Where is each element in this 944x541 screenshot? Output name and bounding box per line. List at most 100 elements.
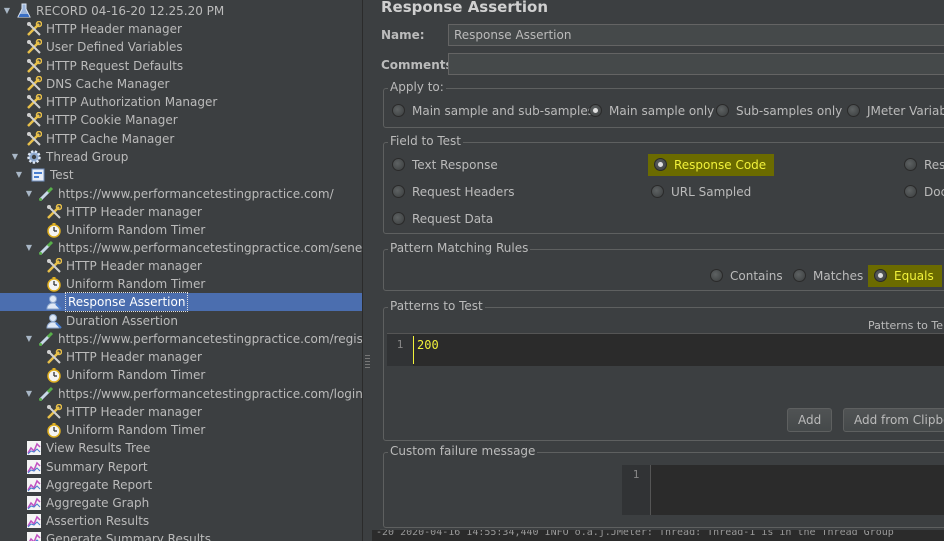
radio-button-icon[interactable] <box>716 104 729 117</box>
apply-to-radio-label: Main sample and sub-samples <box>412 104 594 118</box>
field-to-test-radio-label: Doc <box>924 185 944 199</box>
tree-item[interactable]: ▼ https://www.performancetestingpractice.… <box>0 185 362 203</box>
radio-button-icon[interactable] <box>793 269 806 282</box>
field-to-test-radio[interactable]: Res <box>904 156 944 174</box>
tree-item-label: Test <box>50 168 74 182</box>
comments-field[interactable] <box>448 53 944 75</box>
radio-button-icon[interactable] <box>904 158 917 171</box>
tree-expand-toggle[interactable]: ▼ <box>2 2 12 20</box>
apply-to-radio[interactable]: Main sample and sub-samples <box>392 102 594 120</box>
tree-item[interactable]: View Results Tree <box>0 439 362 457</box>
tree-item[interactable]: Summary Report <box>0 458 362 476</box>
test-plan-tree[interactable]: ▼ RECORD 04-16-20 12.25.20 PM HTTP Header … <box>0 0 362 541</box>
tree-item[interactable]: Uniform Random Timer <box>0 366 362 384</box>
tree-item[interactable]: HTTP Request Defaults <box>0 57 362 75</box>
tree-item[interactable]: ▼ RECORD 04-16-20 12.25.20 PM <box>0 2 362 20</box>
add-button[interactable]: Add <box>787 408 833 432</box>
tree-item[interactable]: Generate Summary Results <box>0 530 362 541</box>
timer-icon <box>46 367 62 383</box>
config-tools-icon <box>46 203 63 220</box>
field-to-test-radio[interactable]: Request Data <box>392 210 493 228</box>
tree-item[interactable]: Uniform Random Timer <box>0 221 362 239</box>
pattern-rule-radio[interactable]: Equals <box>868 265 942 287</box>
tree-expand-toggle[interactable]: ▼ <box>10 148 20 166</box>
pattern-rule-radio[interactable]: Matches <box>793 267 863 285</box>
apply-to-radio[interactable]: JMeter Variab <box>847 102 944 120</box>
tree-item[interactable]: HTTP Authorization Manager <box>0 93 362 111</box>
apply-to-radio-label: Main sample only <box>609 104 715 118</box>
field-to-test-radio[interactable]: Request Headers <box>392 183 515 201</box>
config-tools-icon <box>26 130 43 147</box>
tree-item-label: Aggregate Graph <box>46 496 150 510</box>
tree-item[interactable]: DNS Cache Manager <box>0 75 362 93</box>
tree-item[interactable]: Uniform Random Timer <box>0 275 362 293</box>
config-tools-icon <box>26 75 43 92</box>
gutter-divider <box>650 465 651 515</box>
failure-message-group: Custom failure message 1 <box>383 444 944 528</box>
tree-item-label: View Results Tree <box>46 441 151 455</box>
tree-item[interactable]: ▼ https://www.performancetestingpractice.… <box>0 330 362 348</box>
tree-item[interactable]: HTTP Header manager <box>0 203 362 221</box>
name-field[interactable]: Response Assertion <box>448 24 944 46</box>
tree-item[interactable]: ▼ https://www.performancetestingpractice.… <box>0 385 362 403</box>
field-to-test-radio[interactable]: URL Sampled <box>651 183 751 201</box>
tree-item[interactable]: ▼ Test <box>0 166 362 184</box>
tree-expand-toggle[interactable]: ▼ <box>24 239 34 257</box>
radio-button-icon[interactable] <box>392 104 405 117</box>
pattern-rule-radio-label: Matches <box>813 269 864 283</box>
add-from-clipboard-button[interactable]: Add from Clipboa <box>843 408 944 432</box>
pattern-value[interactable]: 200 <box>417 338 439 352</box>
pattern-rule-radio-label: Contains <box>730 269 783 283</box>
apply-to-radio[interactable]: Sub-samples only <box>716 102 842 120</box>
tree-item[interactable]: HTTP Header manager <box>0 403 362 421</box>
tree-item[interactable]: HTTP Header manager <box>0 257 362 275</box>
radio-button-icon[interactable] <box>589 104 602 117</box>
tree-item[interactable]: ▼ https://www.performancetestingpractice.… <box>0 239 362 257</box>
splitter-grip[interactable] <box>365 355 370 369</box>
field-to-test-radio-label: Request Headers <box>412 185 515 199</box>
radio-button-icon[interactable] <box>710 269 723 282</box>
apply-to-radio[interactable]: Main sample only <box>589 102 714 120</box>
tree-item[interactable]: HTTP Cache Manager <box>0 130 362 148</box>
tree-item-label: HTTP Authorization Manager <box>46 95 218 109</box>
config-tools-icon <box>26 111 43 128</box>
field-to-test-radio[interactable]: Response Code <box>648 154 775 176</box>
failure-message-editor[interactable]: 1 <box>622 465 944 515</box>
tree-item[interactable]: Duration Assertion <box>0 312 362 330</box>
tree-item[interactable]: Assertion Results <box>0 512 362 530</box>
tree-expand-toggle[interactable]: ▼ <box>24 385 34 403</box>
tree-item[interactable]: Aggregate Graph <box>0 494 362 512</box>
tree-item[interactable]: HTTP Header manager <box>0 20 362 38</box>
radio-button-icon[interactable] <box>847 104 860 117</box>
tree-item[interactable]: User Defined Variables <box>0 38 362 56</box>
tree-expand-toggle[interactable]: ▼ <box>14 166 24 184</box>
patterns-table[interactable]: 1 200 <box>387 334 944 366</box>
patterns-column-header[interactable]: Patterns to Te <box>387 318 944 334</box>
apply-to-radio-label: JMeter Variab <box>867 104 944 118</box>
panel-splitter[interactable] <box>362 0 372 541</box>
radio-button-icon[interactable] <box>392 212 405 225</box>
assertion-icon <box>46 313 62 329</box>
tree-item[interactable]: Aggregate Report <box>0 476 362 494</box>
tree-expand-toggle[interactable]: ▼ <box>24 330 34 348</box>
radio-button-icon[interactable] <box>392 185 405 198</box>
config-tools-icon <box>26 20 43 37</box>
radio-button-icon[interactable] <box>904 185 917 198</box>
tree-item-label: https://www.performancetestingpractice.c… <box>58 241 362 255</box>
tree-item-selected[interactable]: Response Assertion <box>0 292 362 312</box>
field-to-test-radio[interactable]: Doc <box>904 183 944 201</box>
radio-button-icon[interactable] <box>874 269 887 282</box>
tree-item-label: DNS Cache Manager <box>46 77 170 91</box>
config-tools-icon <box>46 348 63 365</box>
radio-button-icon[interactable] <box>392 158 405 171</box>
pattern-rule-radio[interactable]: Contains <box>710 267 783 285</box>
tree-expand-toggle[interactable]: ▼ <box>24 185 34 203</box>
tree-item[interactable]: HTTP Header manager <box>0 348 362 366</box>
log-text: -20 2020-04-16 14:55:34,440 INFO o.a.j.J… <box>376 530 894 538</box>
tree-item[interactable]: HTTP Cookie Manager <box>0 111 362 129</box>
radio-button-icon[interactable] <box>654 158 667 171</box>
tree-item[interactable]: ▼ Thread Group <box>0 148 362 166</box>
tree-item[interactable]: Uniform Random Timer <box>0 421 362 439</box>
radio-button-icon[interactable] <box>651 185 664 198</box>
field-to-test-radio[interactable]: Text Response <box>392 156 498 174</box>
